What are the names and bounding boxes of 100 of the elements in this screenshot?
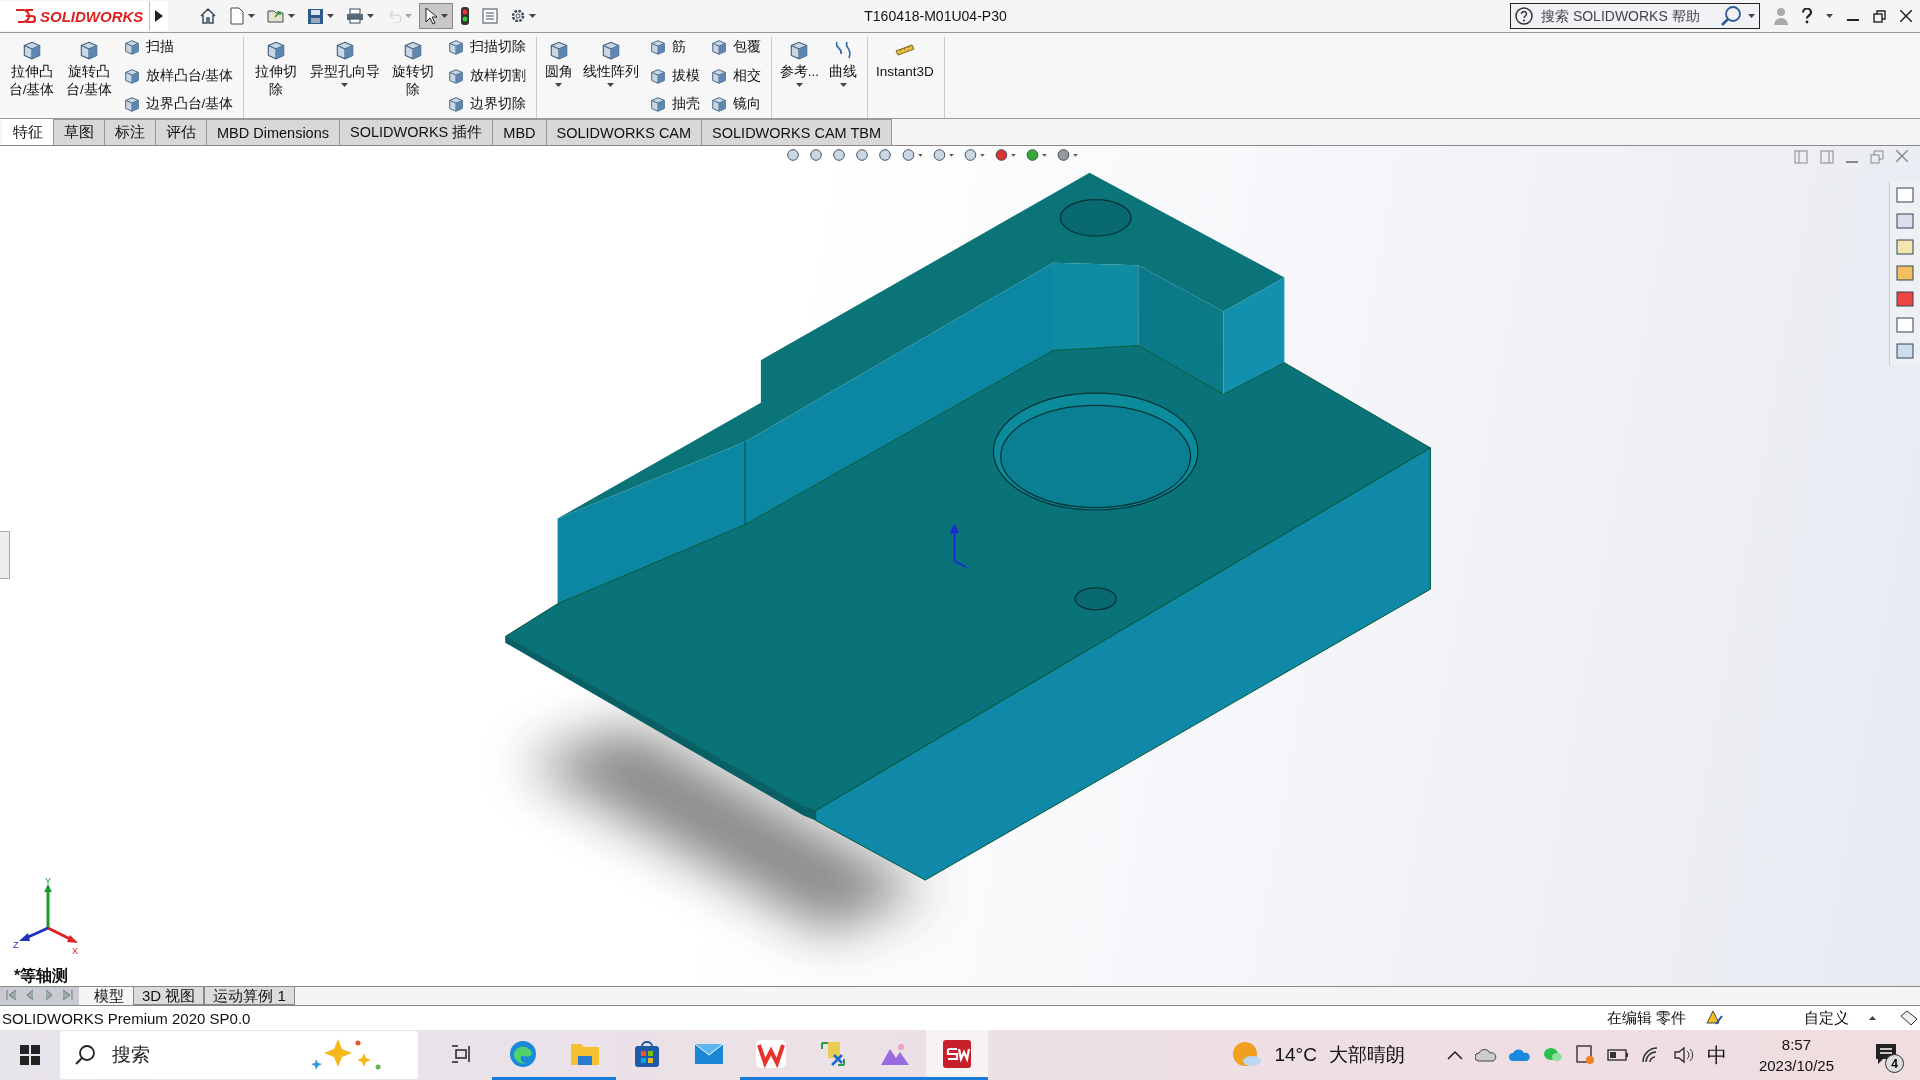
phone-link-icon[interactable]	[1574, 1045, 1595, 1065]
command-tab[interactable]: SOLIDWORKS 插件	[339, 119, 494, 145]
graphics-viewport[interactable]: Y X Z *等轴测	[0, 146, 1920, 986]
temperature: 14°C	[1274, 1044, 1317, 1066]
weather-widget[interactable]: 14°C 大部晴朗	[1226, 1040, 1411, 1070]
letter-w-icon	[756, 1039, 786, 1068]
ribbon-button[interactable]: 参考...	[777, 37, 822, 89]
caret-icon	[795, 82, 803, 87]
ribbon-button[interactable]: 拉伸凸台/基体	[6, 37, 58, 101]
model-tab[interactable]: 运动算例 1	[204, 987, 295, 1005]
app-logo: SOLIDWORKS	[0, 1, 150, 31]
ribbon-button[interactable]: 异型孔向导	[307, 37, 382, 89]
ribbon-button[interactable]: 旋转切除	[387, 37, 439, 101]
caret-icon	[839, 82, 847, 87]
tile-left-icon[interactable]	[1794, 150, 1808, 164]
help-icon[interactable]	[1802, 8, 1812, 24]
ribbon-button[interactable]: 边界切除	[444, 94, 528, 114]
axis-triad-icon	[19, 884, 78, 943]
unit-system[interactable]: 自定义	[1804, 1008, 1849, 1028]
tile-right-icon[interactable]	[1820, 150, 1834, 164]
ribbon-button[interactable]: 放样切割	[444, 65, 528, 86]
block-icon	[122, 66, 141, 85]
restore-icon[interactable]	[1873, 9, 1886, 23]
search-field[interactable]: 搜索 SOLIDWORKS 帮助	[1539, 7, 1714, 25]
help-search-field[interactable]: 搜索 SOLIDWORKS 帮助	[1510, 3, 1760, 29]
settings-icon	[510, 8, 526, 24]
ribbon-button[interactable]: 镜向	[707, 94, 763, 114]
block-icon	[122, 95, 141, 113]
caret-icon	[341, 82, 348, 87]
ribbon-button[interactable]: 抽壳	[646, 94, 702, 114]
ribbon-button[interactable]: 线性阵列	[580, 37, 641, 89]
window-title: T160418-M01U04-P30	[863, 8, 1008, 24]
caret-icon	[529, 14, 536, 18]
edit-mode: 在编辑 零件	[1606, 1008, 1686, 1028]
command-tab[interactable]: 评估	[155, 119, 207, 145]
ribbon-button[interactable]: 包覆	[707, 37, 763, 57]
panel-handle[interactable]	[0, 531, 10, 579]
undo-icon	[386, 9, 402, 23]
block-icon	[709, 38, 728, 56]
block-icon	[648, 66, 667, 85]
battery-icon[interactable]	[1606, 1049, 1629, 1061]
model-tab[interactable]: 3D 视图	[133, 987, 205, 1005]
caret-up-icon[interactable]	[1869, 1016, 1876, 1020]
cloud-icon[interactable]	[1474, 1048, 1497, 1062]
taskbar-search-field[interactable]: 搜索	[60, 1031, 418, 1079]
chevron-up-icon[interactable]	[1446, 1050, 1463, 1060]
ribbon-button[interactable]: 边界凸台/基体	[120, 94, 236, 114]
caret-icon	[327, 14, 334, 18]
ribbon-button[interactable]: 拔模	[646, 65, 702, 86]
ribbon-button[interactable]: 曲线	[827, 37, 860, 89]
mountains-icon	[880, 1041, 910, 1066]
caret-icon	[405, 14, 412, 18]
notification-button[interactable]: 4	[1866, 1035, 1906, 1075]
toolbar-button[interactable]	[419, 3, 453, 29]
tag-icon[interactable]	[1900, 1010, 1918, 1026]
clock[interactable]: 8:57 2023/10/25	[1752, 1033, 1840, 1077]
ribbon-button[interactable]: 圆角	[542, 37, 575, 89]
ribbon-button[interactable]: 扫描切除	[444, 37, 528, 57]
command-tab[interactable]: MBD Dimensions	[206, 119, 340, 145]
ribbon-button[interactable]: Instant3D	[874, 37, 936, 83]
command-tab[interactable]: 标注	[104, 119, 156, 145]
ribbon-button[interactable]: 放样凸台/基体	[120, 65, 236, 86]
command-tab[interactable]: SOLIDWORKS CAM TBM	[701, 119, 893, 145]
shopping-bag-icon	[633, 1039, 661, 1068]
block-icon	[446, 38, 465, 56]
caret-icon	[1748, 14, 1755, 18]
axis-label: Z	[13, 940, 19, 950]
page-icon	[229, 7, 245, 25]
command-tab[interactable]: MBD	[492, 119, 547, 145]
menu-expand-button[interactable]	[150, 1, 168, 31]
rebuild-warning-icon[interactable]	[1706, 1010, 1724, 1026]
ribbon-button[interactable]: 相交	[707, 65, 763, 86]
caret-icon	[555, 82, 563, 87]
triangle-icon	[155, 10, 163, 22]
search-icon	[74, 1044, 96, 1066]
axis-label: X	[72, 946, 78, 956]
taskbar-app-button[interactable]	[926, 1030, 988, 1080]
command-tab[interactable]: 草图	[53, 119, 105, 145]
ribbon-button[interactable]: 旋转凸台/基体	[63, 37, 115, 101]
block-icon	[446, 95, 465, 113]
caret-icon	[1826, 14, 1833, 18]
ribbon-button[interactable]: 拉伸切除	[250, 37, 302, 101]
ribbon-button[interactable]: 筋	[646, 37, 702, 57]
browser-icon	[508, 1038, 538, 1069]
traffic-light-icon	[460, 7, 470, 25]
product-version: SOLIDWORKS Premium 2020 SP0.0	[2, 1009, 251, 1027]
command-tab[interactable]: SOLIDWORKS CAM	[545, 119, 703, 145]
speaker-icon[interactable]	[1672, 1046, 1695, 1064]
ribbon-button[interactable]: 扫描	[120, 37, 236, 57]
close-icon[interactable]	[1900, 10, 1912, 22]
input-method-indicator[interactable]: 中	[1706, 1041, 1727, 1069]
sun-cloud-icon	[1232, 1041, 1263, 1069]
command-tab[interactable]: 特征	[2, 119, 54, 145]
block-icon	[648, 38, 667, 56]
caret-icon	[248, 14, 255, 18]
block-icon	[709, 66, 728, 85]
block-icon	[122, 38, 141, 56]
block-icon	[648, 95, 667, 113]
search-icon	[1720, 5, 1742, 27]
cloud-icon[interactable]	[1508, 1048, 1531, 1062]
